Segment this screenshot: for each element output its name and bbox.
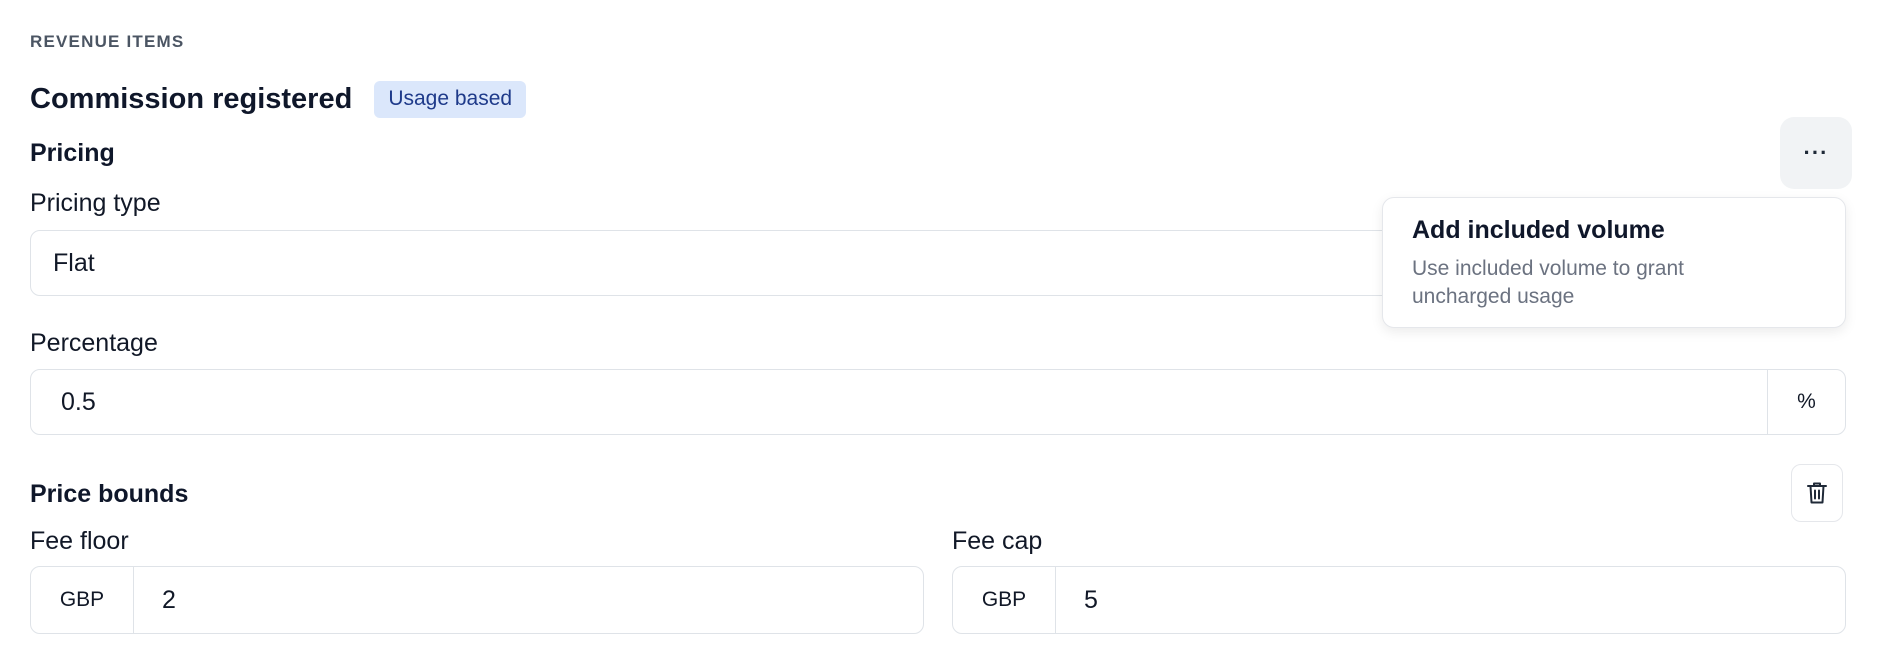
trash-icon xyxy=(1807,482,1827,504)
pricing-type-label: Pricing type xyxy=(30,189,161,217)
fee-cap-value: 5 xyxy=(1084,585,1098,614)
add-included-volume-menu-item[interactable]: Add included volume Use included volume … xyxy=(1382,197,1846,328)
revenue-item-header: Commission registered Usage based xyxy=(30,80,527,118)
percentage-value: 0.5 xyxy=(61,387,96,416)
menu-item-title: Add included volume xyxy=(1412,216,1665,244)
fee-floor-label: Fee floor xyxy=(30,527,129,555)
pricing-type-value: Flat xyxy=(53,248,95,277)
menu-item-description: Use included volume to grant uncharged u… xyxy=(1412,257,1684,308)
percent-suffix: % xyxy=(1767,370,1845,434)
section-label: REVENUE ITEMS xyxy=(30,32,185,51)
item-title: Commission registered xyxy=(30,82,353,115)
fee-cap-currency[interactable]: GBP xyxy=(953,567,1056,633)
pricing-heading: Pricing xyxy=(30,139,115,167)
usage-badge: Usage based xyxy=(374,80,527,118)
fee-cap-input[interactable]: GBP 5 xyxy=(952,566,1846,634)
fee-floor-value: 2 xyxy=(162,585,176,614)
pricing-type-select[interactable]: Flat xyxy=(30,230,1564,296)
percentage-label: Percentage xyxy=(30,329,158,357)
more-horizontal-icon: ··· xyxy=(1803,140,1829,165)
more-options-button[interactable]: ··· xyxy=(1780,117,1852,189)
fee-cap-label: Fee cap xyxy=(952,527,1043,555)
price-bounds-heading: Price bounds xyxy=(30,480,189,508)
delete-price-bounds-button[interactable] xyxy=(1791,464,1843,522)
percentage-input[interactable]: 0.5 % xyxy=(30,369,1846,435)
fee-floor-currency[interactable]: GBP xyxy=(31,567,134,633)
fee-floor-input[interactable]: GBP 2 xyxy=(30,566,924,634)
